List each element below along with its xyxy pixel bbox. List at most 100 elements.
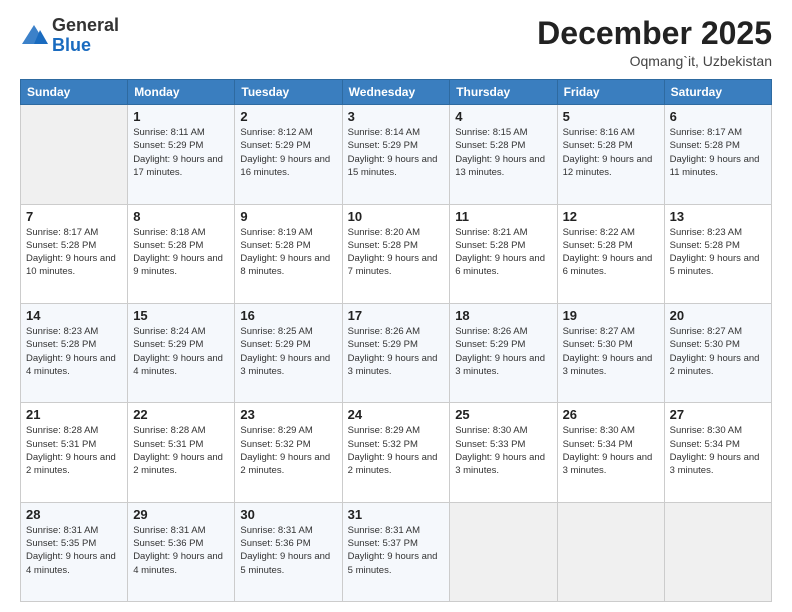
calendar-cell: 1Sunrise: 8:11 AMSunset: 5:29 PMDaylight…: [128, 105, 235, 204]
day-info: Sunrise: 8:31 AMSunset: 5:36 PMDaylight:…: [240, 524, 336, 577]
day-number: 25: [455, 407, 551, 422]
calendar-cell: 21 Sunrise: 8:28 AMSunset: 5:31 PMDayligh…: [21, 403, 128, 502]
weekday-header-wednesday: Wednesday: [342, 80, 450, 105]
day-info: Sunrise: 8:23 AMSunset: 5:28 PMDaylight:…: [670, 226, 766, 279]
calendar-cell: 22Sunrise: 8:28 AMSunset: 5:31 PMDayligh…: [128, 403, 235, 502]
day-info: Sunrise: 8:25 AMSunset: 5:29 PMDaylight:…: [240, 325, 336, 378]
day-info: Sunrise: 8:19 AMSunset: 5:28 PMDaylight:…: [240, 226, 336, 279]
day-number: 15: [133, 308, 229, 323]
weekday-header-monday: Monday: [128, 80, 235, 105]
day-info: Sunrise: 8:18 AMSunset: 5:28 PMDaylight:…: [133, 226, 229, 279]
calendar-cell: 9 Sunrise: 8:19 AMSunset: 5:28 PMDaylight…: [235, 204, 342, 303]
calendar-cell: 3 Sunrise: 8:14 AMSunset: 5:29 PMDaylight…: [342, 105, 450, 204]
logo-general-text: General: [52, 15, 119, 35]
day-number: 1: [133, 109, 229, 124]
calendar-cell: 10 Sunrise: 8:20 AMSunset: 5:28 PMDayligh…: [342, 204, 450, 303]
calendar-cell: 16 Sunrise: 8:25 AMSunset: 5:29 PMDayligh…: [235, 303, 342, 402]
day-number: 12: [563, 209, 659, 224]
day-info: Sunrise: 8:20 AMSunset: 5:28 PMDaylight:…: [348, 226, 445, 279]
calendar-table: SundayMondayTuesdayWednesdayThursdayFrid…: [20, 79, 772, 602]
day-info: Sunrise: 8:31 AMSunset: 5:35 PMDaylight:…: [26, 524, 122, 577]
day-info: Sunrise: 8:27 AMSunset: 5:30 PMDaylight:…: [563, 325, 659, 378]
logo-icon: [20, 22, 48, 50]
calendar-cell: 13 Sunrise: 8:23 AMSunset: 5:28 PMDayligh…: [664, 204, 771, 303]
day-info: Sunrise: 8:14 AMSunset: 5:29 PMDaylight:…: [348, 126, 445, 179]
logo: General Blue: [20, 16, 119, 56]
day-number: 30: [240, 507, 336, 522]
location: Oqmang`it, Uzbekistan: [537, 53, 772, 69]
day-info: Sunrise: 8:31 AMSunset: 5:37 PMDaylight:…: [348, 524, 445, 577]
day-number: 17: [348, 308, 445, 323]
calendar-week-row: 21 Sunrise: 8:28 AMSunset: 5:31 PMDayligh…: [21, 403, 772, 502]
calendar-cell: [21, 105, 128, 204]
header: General Blue December 2025 Oqmang`it, Uz…: [20, 16, 772, 69]
day-info: Sunrise: 8:17 AMSunset: 5:28 PMDaylight:…: [26, 226, 122, 279]
day-number: 18: [455, 308, 551, 323]
page: General Blue December 2025 Oqmang`it, Uz…: [0, 0, 792, 612]
calendar-cell: 2Sunrise: 8:12 AMSunset: 5:29 PMDaylight…: [235, 105, 342, 204]
calendar-cell: 24Sunrise: 8:29 AMSunset: 5:32 PMDayligh…: [342, 403, 450, 502]
calendar-cell: 7Sunrise: 8:17 AMSunset: 5:28 PMDaylight…: [21, 204, 128, 303]
logo-blue-text: Blue: [52, 35, 91, 55]
calendar-cell: 12 Sunrise: 8:22 AMSunset: 5:28 PMDayligh…: [557, 204, 664, 303]
day-number: 22: [133, 407, 229, 422]
day-number: 9: [240, 209, 336, 224]
day-number: 23: [240, 407, 336, 422]
calendar-cell: 14 Sunrise: 8:23 AMSunset: 5:28 PMDayligh…: [21, 303, 128, 402]
day-number: 26: [563, 407, 659, 422]
calendar-cell: 15 Sunrise: 8:24 AMSunset: 5:29 PMDayligh…: [128, 303, 235, 402]
day-info: Sunrise: 8:29 AMSunset: 5:32 PMDaylight:…: [240, 424, 336, 477]
day-info: Sunrise: 8:28 AMSunset: 5:31 PMDaylight:…: [26, 424, 122, 477]
day-info: Sunrise: 8:24 AMSunset: 5:29 PMDaylight:…: [133, 325, 229, 378]
calendar-cell: 26 Sunrise: 8:30 AMSunset: 5:34 PMDayligh…: [557, 403, 664, 502]
calendar-cell: 20Sunrise: 8:27 AMSunset: 5:30 PMDayligh…: [664, 303, 771, 402]
calendar-cell: 23 Sunrise: 8:29 AMSunset: 5:32 PMDayligh…: [235, 403, 342, 502]
day-number: 21: [26, 407, 122, 422]
weekday-header-sunday: Sunday: [21, 80, 128, 105]
day-info: Sunrise: 8:22 AMSunset: 5:28 PMDaylight:…: [563, 226, 659, 279]
weekday-header-saturday: Saturday: [664, 80, 771, 105]
day-number: 5: [563, 109, 659, 124]
calendar-cell: [557, 502, 664, 601]
day-number: 3: [348, 109, 445, 124]
calendar-cell: 5 Sunrise: 8:16 AMSunset: 5:28 PMDaylight…: [557, 105, 664, 204]
day-info: Sunrise: 8:27 AMSunset: 5:30 PMDaylight:…: [670, 325, 766, 378]
day-number: 29: [133, 507, 229, 522]
day-number: 2: [240, 109, 336, 124]
calendar-cell: 25Sunrise: 8:30 AMSunset: 5:33 PMDayligh…: [450, 403, 557, 502]
day-number: 11: [455, 209, 551, 224]
day-number: 16: [240, 308, 336, 323]
day-info: Sunrise: 8:31 AMSunset: 5:36 PMDaylight:…: [133, 524, 229, 577]
calendar-cell: 19 Sunrise: 8:27 AMSunset: 5:30 PMDayligh…: [557, 303, 664, 402]
weekday-header-row: SundayMondayTuesdayWednesdayThursdayFrid…: [21, 80, 772, 105]
calendar-cell: 4Sunrise: 8:15 AMSunset: 5:28 PMDaylight…: [450, 105, 557, 204]
day-info: Sunrise: 8:15 AMSunset: 5:28 PMDaylight:…: [455, 126, 551, 179]
day-info: Sunrise: 8:26 AMSunset: 5:29 PMDaylight:…: [348, 325, 445, 378]
day-number: 13: [670, 209, 766, 224]
weekday-header-thursday: Thursday: [450, 80, 557, 105]
calendar-cell: 8 Sunrise: 8:18 AMSunset: 5:28 PMDaylight…: [128, 204, 235, 303]
day-info: Sunrise: 8:30 AMSunset: 5:34 PMDaylight:…: [563, 424, 659, 477]
title-block: December 2025 Oqmang`it, Uzbekistan: [537, 16, 772, 69]
calendar-cell: 29 Sunrise: 8:31 AMSunset: 5:36 PMDayligh…: [128, 502, 235, 601]
calendar-cell: 6 Sunrise: 8:17 AMSunset: 5:28 PMDaylight…: [664, 105, 771, 204]
calendar-cell: 17 Sunrise: 8:26 AMSunset: 5:29 PMDayligh…: [342, 303, 450, 402]
calendar-cell: 30 Sunrise: 8:31 AMSunset: 5:36 PMDayligh…: [235, 502, 342, 601]
day-number: 31: [348, 507, 445, 522]
calendar-week-row: 1Sunrise: 8:11 AMSunset: 5:29 PMDaylight…: [21, 105, 772, 204]
day-info: Sunrise: 8:17 AMSunset: 5:28 PMDaylight:…: [670, 126, 766, 179]
day-number: 14: [26, 308, 122, 323]
calendar-cell: 31 Sunrise: 8:31 AMSunset: 5:37 PMDayligh…: [342, 502, 450, 601]
day-info: Sunrise: 8:23 AMSunset: 5:28 PMDaylight:…: [26, 325, 122, 378]
day-number: 6: [670, 109, 766, 124]
day-number: 8: [133, 209, 229, 224]
calendar-cell: 28Sunrise: 8:31 AMSunset: 5:35 PMDayligh…: [21, 502, 128, 601]
day-number: 19: [563, 308, 659, 323]
day-info: Sunrise: 8:16 AMSunset: 5:28 PMDaylight:…: [563, 126, 659, 179]
day-number: 10: [348, 209, 445, 224]
calendar-cell: 27Sunrise: 8:30 AMSunset: 5:34 PMDayligh…: [664, 403, 771, 502]
calendar-week-row: 28Sunrise: 8:31 AMSunset: 5:35 PMDayligh…: [21, 502, 772, 601]
calendar-cell: [664, 502, 771, 601]
day-number: 24: [348, 407, 445, 422]
day-info: Sunrise: 8:26 AMSunset: 5:29 PMDaylight:…: [455, 325, 551, 378]
